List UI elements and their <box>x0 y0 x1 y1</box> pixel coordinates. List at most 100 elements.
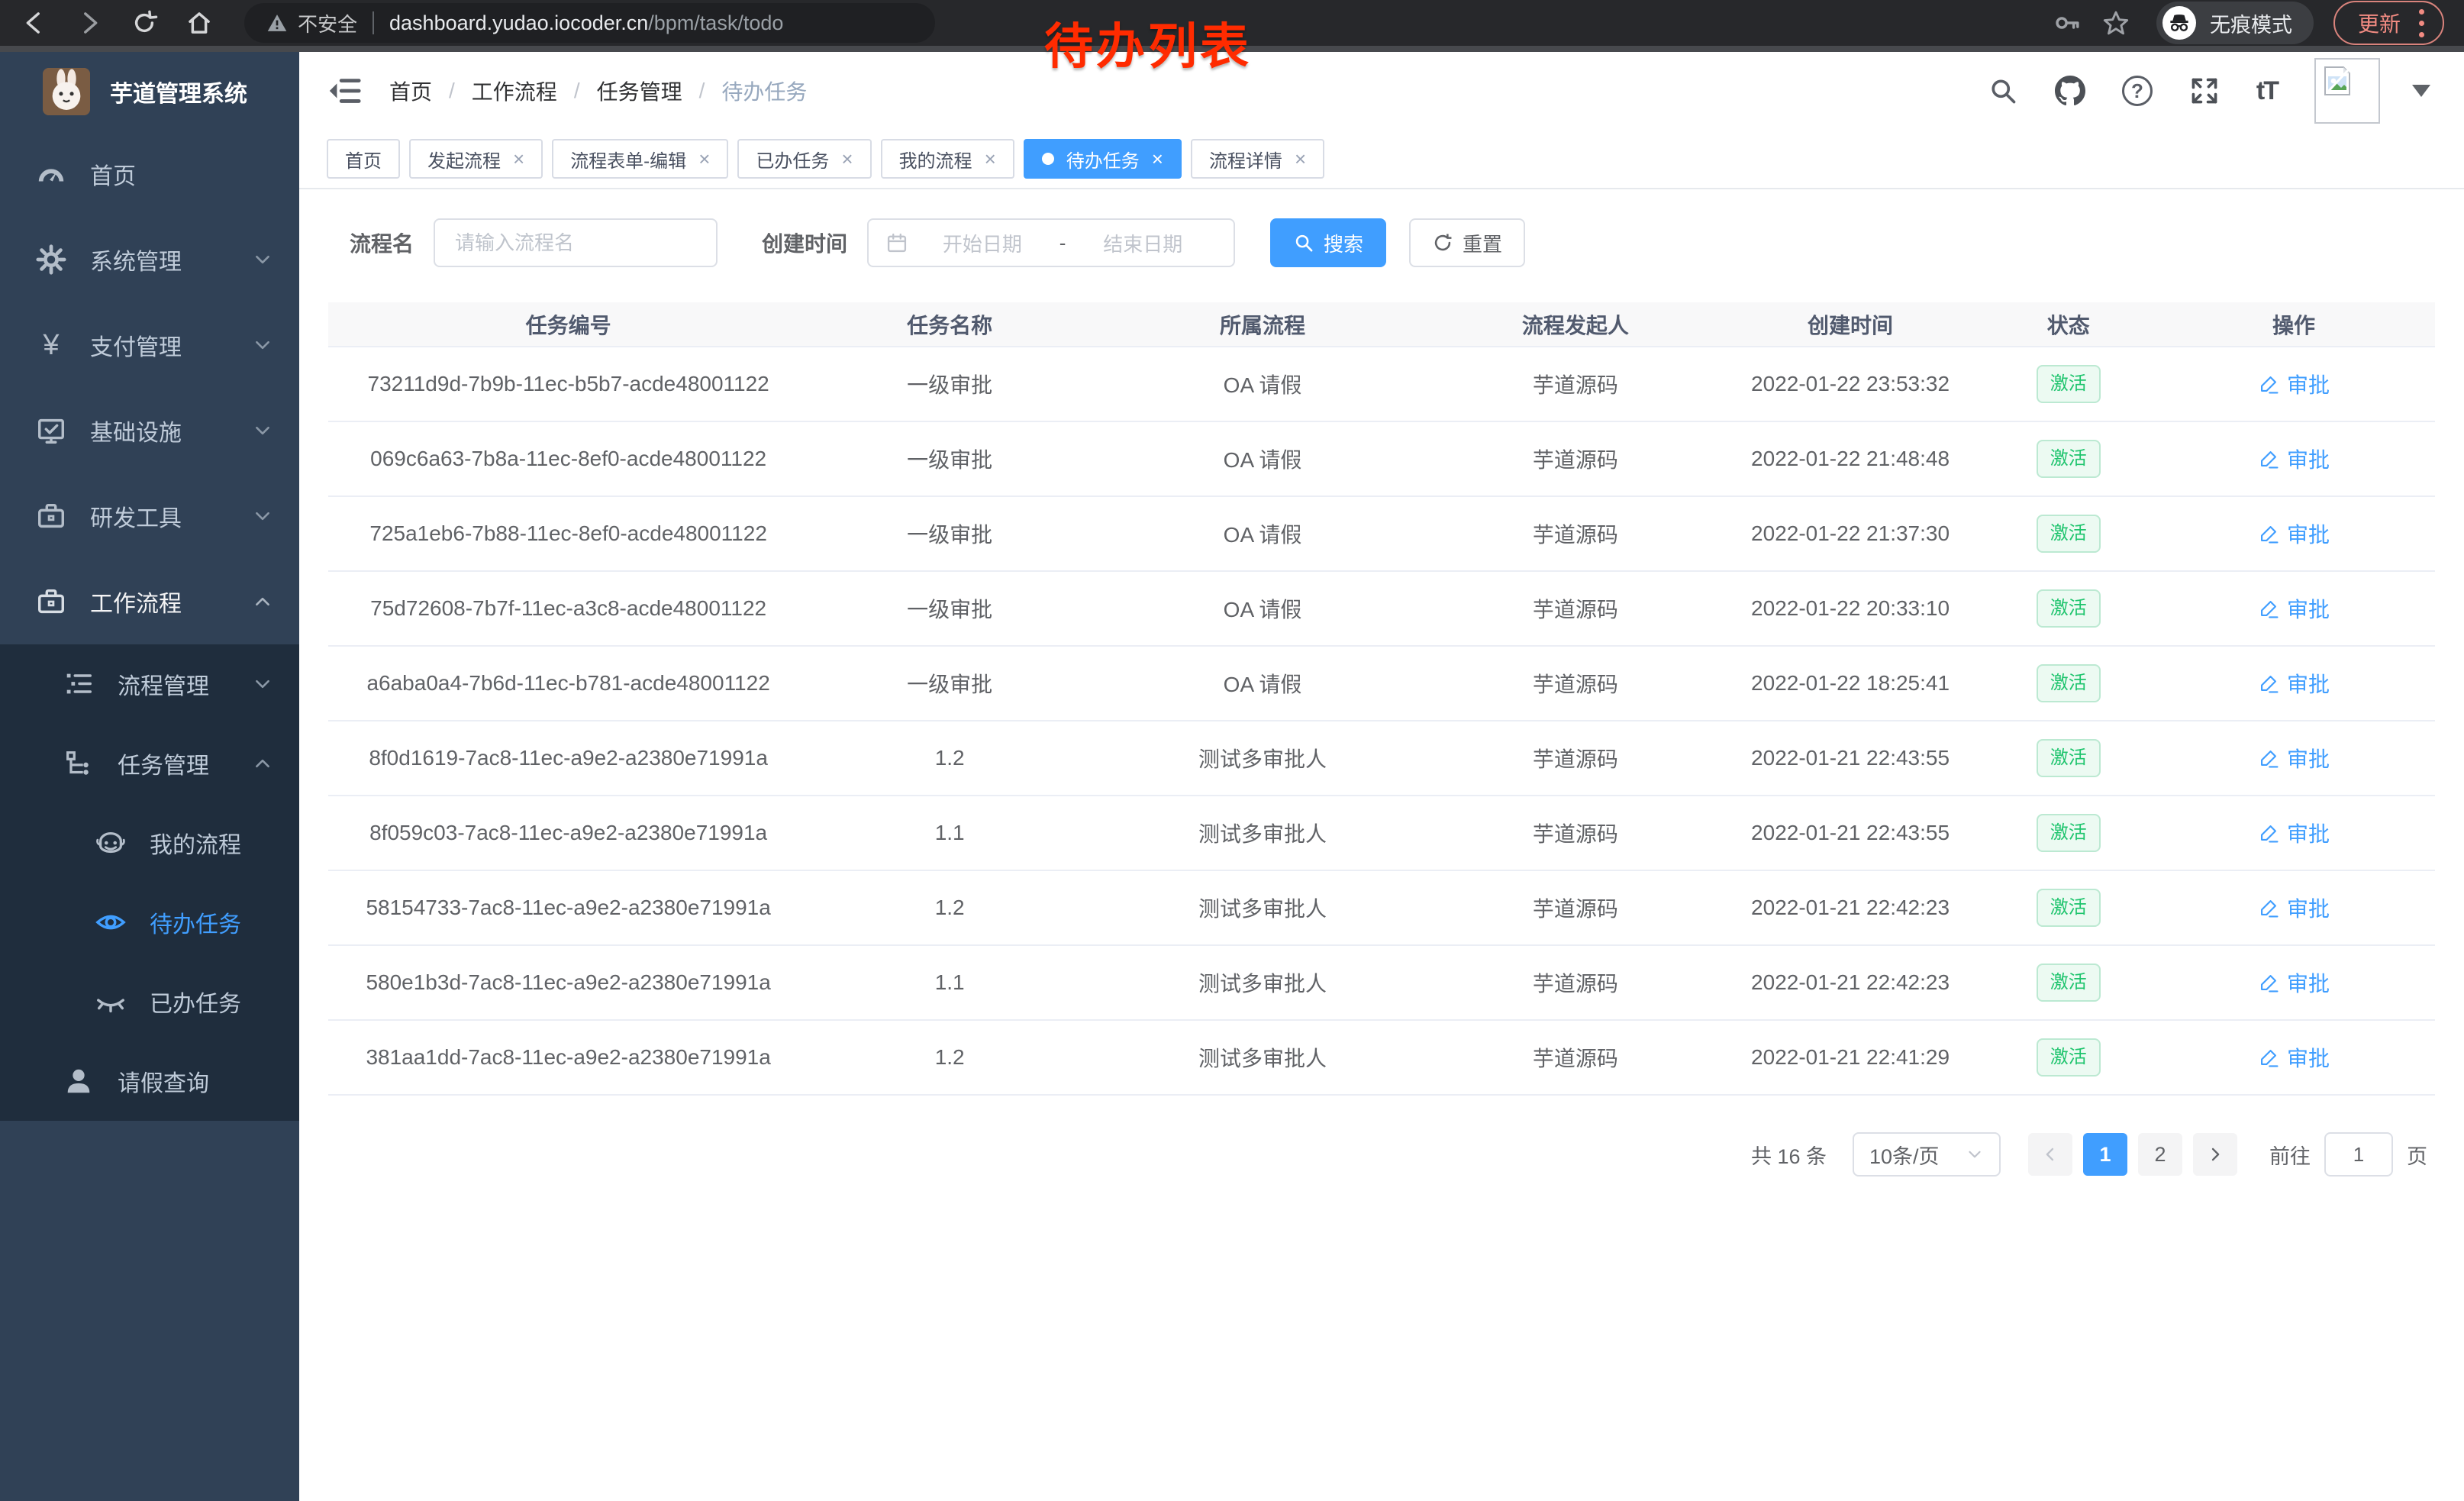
approve-button[interactable]: 审批 <box>2258 743 2330 773</box>
task-id-cell: 8f0d1619-7ac8-11ec-a9e2-a2380e71991a <box>328 721 808 796</box>
tab-close-icon[interactable]: × <box>985 149 996 169</box>
process-cell: OA 请假 <box>1091 421 1434 496</box>
task-id-cell: 58154733-7ac8-11ec-a9e2-a2380e71991a <box>328 870 808 945</box>
sidebar-item-system-management[interactable]: 系统管理 <box>0 217 299 302</box>
tab-my-process[interactable]: 我的流程 × <box>881 139 1014 179</box>
pencil-icon <box>2258 448 2279 470</box>
font-size-icon[interactable]: tT <box>2256 76 2278 106</box>
tab-close-icon[interactable]: × <box>1295 149 1306 169</box>
tab-close-icon[interactable]: × <box>841 149 853 169</box>
tab-start-process[interactable]: 发起流程 × <box>409 139 543 179</box>
sidebar-item-task-management[interactable]: 任务管理 <box>0 724 299 803</box>
reload-icon[interactable] <box>130 8 159 37</box>
action-cell: 审批 <box>2153 721 2435 796</box>
action-cell: 审批 <box>2153 1020 2435 1095</box>
sidebar-item-my-process[interactable]: 我的流程 <box>0 803 299 883</box>
task-name-cell: 一级审批 <box>808 421 1091 496</box>
prev-page-button[interactable] <box>2028 1133 2072 1176</box>
goto-page-input[interactable] <box>2324 1132 2393 1177</box>
sidebar-logo-row[interactable]: 芋道管理系统 <box>0 52 299 131</box>
github-icon[interactable] <box>2055 76 2085 106</box>
sidebar-item-label: 首页 <box>90 157 136 191</box>
sidebar-item-payment-management[interactable]: ¥ 支付管理 <box>0 302 299 388</box>
passwords-key-icon[interactable] <box>2053 8 2082 37</box>
help-icon[interactable]: ? <box>2122 76 2153 106</box>
breadcrumb-task-management[interactable]: 任务管理 <box>597 76 682 106</box>
browser-menu-kebab-icon[interactable] <box>2419 9 2424 37</box>
status-cell: 激活 <box>1984 571 2153 646</box>
refresh-icon <box>1432 232 1453 253</box>
sidebar-fold-icon[interactable] <box>327 73 362 108</box>
approve-button[interactable]: 审批 <box>2258 893 2330 923</box>
sidebar-item-dev-tools[interactable]: 研发工具 <box>0 473 299 559</box>
process-cell: OA 请假 <box>1091 496 1434 571</box>
tab-close-icon[interactable]: × <box>1152 149 1163 169</box>
next-page-button[interactable] <box>2193 1133 2237 1176</box>
tab-process-form-edit[interactable]: 流程表单-编辑 × <box>552 139 728 179</box>
task-table: 任务编号 任务名称 所属流程 流程发起人 创建时间 状态 操作 73211d9d… <box>328 302 2435 1096</box>
search-icon[interactable] <box>1988 76 2018 106</box>
status-cell: 激活 <box>1984 496 2153 571</box>
date-range-picker[interactable]: 开始日期 - 结束日期 <box>867 218 1235 267</box>
approve-button[interactable]: 审批 <box>2258 369 2330 399</box>
status-cell: 激活 <box>1984 945 2153 1020</box>
pencil-icon <box>2258 747 2279 769</box>
status-cell: 激活 <box>1984 721 2153 796</box>
tab-label: 流程表单-编辑 <box>570 146 686 173</box>
created-cell: 2022-01-22 18:25:41 <box>1717 646 1985 721</box>
fullscreen-icon[interactable] <box>2189 76 2220 106</box>
tab-done-tasks[interactable]: 已办任务 × <box>737 139 871 179</box>
action-cell: 审批 <box>2153 796 2435 870</box>
sidebar-item-label: 待办任务 <box>150 905 241 939</box>
back-icon[interactable] <box>20 8 49 37</box>
page-size-select[interactable]: 10条/页 <box>1853 1132 2001 1177</box>
breadcrumb-home[interactable]: 首页 <box>389 76 432 106</box>
forward-icon[interactable] <box>75 8 104 37</box>
task-id-cell: 725a1eb6-7b88-11ec-8ef0-acde48001122 <box>328 496 808 571</box>
task-id-cell: 73211d9d-7b9b-11ec-b5b7-acde48001122 <box>328 347 808 421</box>
approve-button[interactable]: 审批 <box>2258 444 2330 474</box>
approve-button[interactable]: 审批 <box>2258 1042 2330 1073</box>
reset-button[interactable]: 重置 <box>1409 218 1525 267</box>
bookmark-star-icon[interactable] <box>2101 8 2130 37</box>
col-action: 操作 <box>2153 302 2435 347</box>
approve-button[interactable]: 审批 <box>2258 668 2330 699</box>
approve-button[interactable]: 审批 <box>2258 818 2330 848</box>
tab-close-icon[interactable]: × <box>513 149 524 169</box>
approve-button[interactable]: 审批 <box>2258 518 2330 549</box>
created-cell: 2022-01-21 22:43:55 <box>1717 721 1985 796</box>
sidebar-item-infrastructure[interactable]: 基础设施 <box>0 388 299 473</box>
pencil-icon <box>2258 523 2279 544</box>
tab-home[interactable]: 首页 <box>327 139 400 179</box>
sidebar-item-leave-query[interactable]: 请假查询 <box>0 1041 299 1121</box>
browser-update-button[interactable]: 更新 <box>2333 1 2444 45</box>
sidebar-item-home[interactable]: 首页 <box>0 131 299 217</box>
tab-process-detail[interactable]: 流程详情 × <box>1191 139 1324 179</box>
breadcrumb-workflow[interactable]: 工作流程 <box>472 76 557 106</box>
search-button[interactable]: 搜索 <box>1270 218 1386 267</box>
status-badge: 激活 <box>2037 1038 2101 1077</box>
sidebar-item-todo-tasks[interactable]: 待办任务 <box>0 883 299 962</box>
status-badge: 激活 <box>2037 664 2101 702</box>
start-date-placeholder: 开始日期 <box>908 229 1056 257</box>
sidebar-item-label: 基础设施 <box>90 414 182 447</box>
initiator-cell: 芋道源码 <box>1434 421 1717 496</box>
sidebar-item-label: 系统管理 <box>90 243 182 276</box>
approve-button[interactable]: 审批 <box>2258 967 2330 998</box>
breadcrumb-separator: / <box>574 79 580 103</box>
sidebar-item-process-management[interactable]: 流程管理 <box>0 644 299 724</box>
sidebar-item-workflow[interactable]: 工作流程 <box>0 559 299 644</box>
home-icon[interactable] <box>185 8 214 37</box>
address-bar[interactable]: 不安全 dashboard.yudao.iocoder.cn/bpm/task/… <box>244 3 935 43</box>
chevron-down-icon <box>252 505 273 527</box>
process-name-input[interactable] <box>434 218 718 267</box>
avatar[interactable] <box>2314 58 2380 124</box>
page-2-button[interactable]: 2 <box>2138 1133 2182 1176</box>
tab-todo-tasks[interactable]: 待办任务 × <box>1024 139 1182 179</box>
avatar-caret-down-icon[interactable] <box>2412 85 2430 97</box>
page-1-button[interactable]: 1 <box>2083 1133 2127 1176</box>
filter-form: 流程名 创建时间 开始日期 - 结束日期 搜索 重置 <box>350 218 2464 267</box>
tab-close-icon[interactable]: × <box>698 149 710 169</box>
approve-button[interactable]: 审批 <box>2258 593 2330 624</box>
sidebar-item-done-tasks[interactable]: 已办任务 <box>0 962 299 1041</box>
